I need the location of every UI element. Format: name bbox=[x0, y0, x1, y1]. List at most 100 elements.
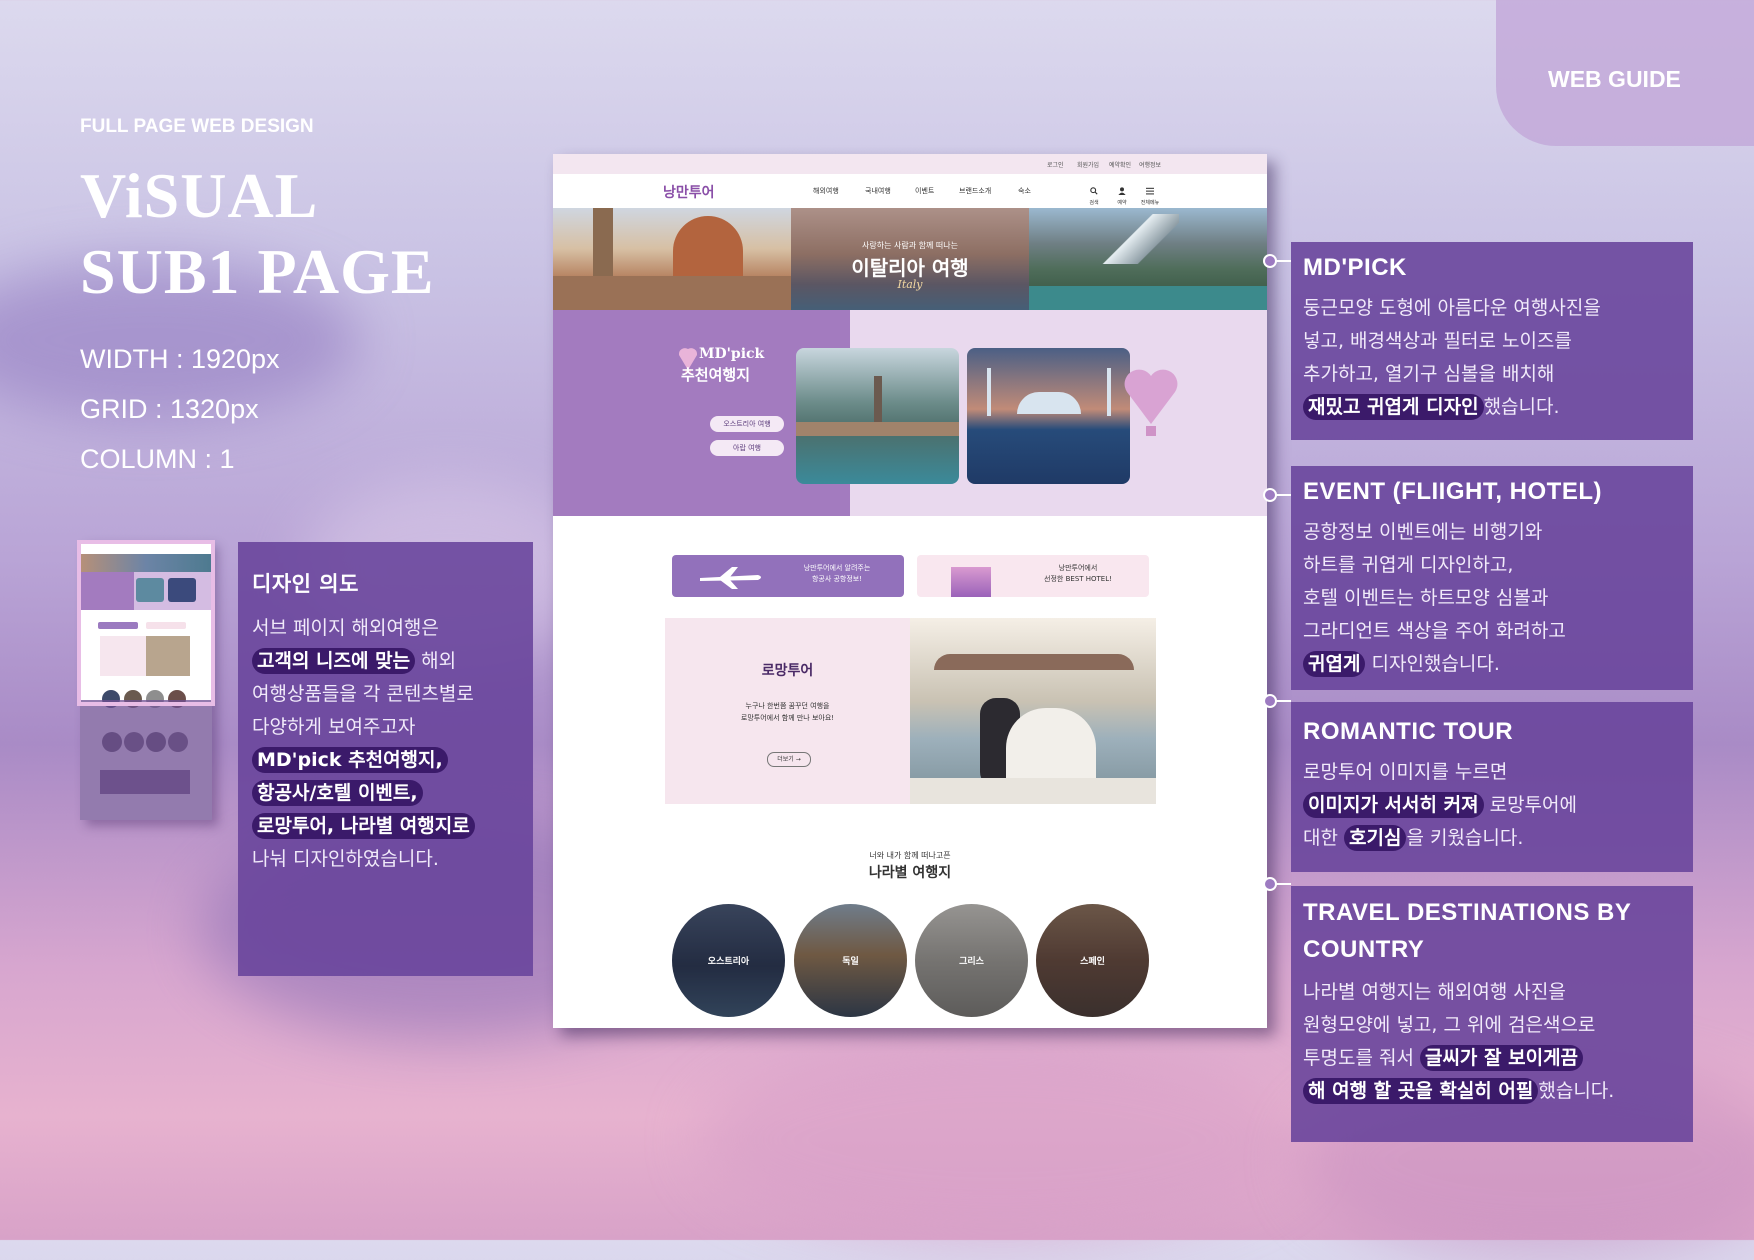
title-line-1: ViSUAL bbox=[80, 160, 319, 231]
intent-highlight: 로망투어, 나라별 여행지로 bbox=[252, 813, 475, 839]
hero-banner: 사랑하는 사람과 함께 떠나는 이탈리아 여행 Italy bbox=[553, 208, 1267, 310]
country-austria[interactable]: 오스트리아 bbox=[672, 904, 785, 1017]
panel-highlight: 글씨가 잘 보이게끔 bbox=[1419, 1045, 1584, 1071]
florence-image bbox=[553, 208, 791, 310]
countries-title-line: COUNTRY bbox=[1303, 936, 1425, 963]
romantic-tour-title: 로망투어 bbox=[761, 663, 814, 679]
hotel-icon bbox=[951, 567, 991, 597]
panel-line: 둥근모양 도형에 아름다운 여행사진을 bbox=[1303, 297, 1601, 319]
alps-image bbox=[1029, 208, 1267, 310]
design-intent-title: 디자인 의도 bbox=[252, 572, 359, 596]
web-guide-label: WEB GUIDE bbox=[1548, 66, 1681, 92]
spec-column: COLUMN : 1 bbox=[80, 444, 235, 474]
heart-balloon-icon bbox=[1124, 369, 1178, 436]
hotel-event-line2: 선정한 BEST HOTEL! bbox=[1044, 575, 1112, 583]
mdpick-title: MD'pick bbox=[699, 346, 765, 362]
romantic-panel-text: 로망투어 이미지를 누르면 이미지가 서서히 커져 로망투어에 대한 호기심 을 … bbox=[1303, 756, 1681, 855]
spec-width: WIDTH : 1920px bbox=[80, 344, 280, 374]
hero-subtitle: 사랑하는 사람과 함께 떠나는 bbox=[862, 241, 958, 250]
intent-line: 나눠 디자인하였습니다. bbox=[252, 848, 439, 870]
thumbnail-highlight-frame bbox=[77, 540, 215, 706]
hamburger-icon bbox=[1146, 187, 1154, 195]
intent-highlight: MD'pick 추천여행지, bbox=[252, 747, 448, 773]
search-icon bbox=[1090, 187, 1098, 195]
hero-title: 이탈리아 여행 bbox=[851, 256, 969, 280]
search-button[interactable]: 검색 bbox=[1083, 180, 1105, 206]
panel-line: 넣고, 배경색상과 필터로 노이즈를 bbox=[1303, 330, 1572, 352]
intent-line: 여행상품들을 각 콘텐츠별로 bbox=[252, 683, 474, 705]
austria-photo[interactable] bbox=[796, 348, 959, 484]
countries-title-line: TRAVEL DESTINATIONS BY bbox=[1303, 899, 1632, 926]
more-button-label: 더보기 bbox=[777, 756, 794, 763]
airline-event-line2: 항공사 공항정보! bbox=[811, 575, 863, 583]
menu-overseas[interactable]: 해외여행 bbox=[813, 186, 839, 196]
menu-brand[interactable]: 브랜드소개 bbox=[959, 186, 991, 196]
util-signup[interactable]: 회원가입 bbox=[1077, 160, 1099, 169]
intent-highlight: 항공사/호텔 이벤트, bbox=[252, 780, 423, 806]
panel-line: 대한 bbox=[1303, 827, 1344, 849]
panel-highlight: 귀엽게 bbox=[1303, 651, 1366, 677]
design-intent-text: 서브 페이지 해외여행은 고객의 니즈에 맞는 해외 여행상품들을 각 콘텐츠별… bbox=[252, 612, 519, 876]
panel-line: 추가하고, 열기구 심볼을 배치해 bbox=[1303, 363, 1555, 385]
romantic-tour-line: 누구나 한번쯤 꿈꾸던 여행을 bbox=[745, 702, 830, 710]
romantic-couple-photo[interactable] bbox=[910, 618, 1156, 804]
thumbnail-shade bbox=[80, 700, 212, 820]
intent-line: 해외 bbox=[415, 650, 457, 672]
mdpick-panel-title: MD'PICK bbox=[1303, 254, 1407, 281]
panel-line: 원형모양에 넣고, 그 위에 검은색으로 bbox=[1303, 1014, 1596, 1036]
panel-line: 투명도를 줘서 bbox=[1303, 1047, 1420, 1069]
country-spain[interactable]: 스페인 bbox=[1036, 904, 1149, 1017]
airline-event-banner[interactable]: 낭만투어에서 알려주는 항공사 공항정보! bbox=[672, 555, 904, 597]
util-info[interactable]: 여행정보 bbox=[1139, 160, 1161, 169]
panel-line: 디자인했습니다. bbox=[1365, 653, 1500, 675]
panel-line: 그라디언트 색상을 주어 화려하고 bbox=[1303, 620, 1566, 642]
panel-highlight: 해 여행 할 곳을 확실히 어필 bbox=[1303, 1078, 1539, 1104]
page-kicker: FULL PAGE WEB DESIGN bbox=[80, 116, 314, 137]
panel-line: 공항정보 이벤트에는 비행기와 bbox=[1303, 521, 1543, 543]
mdpick-panel: MD'PICK 둥근모양 도형에 아름다운 여행사진을 넣고, 배경색상과 필터… bbox=[1291, 242, 1693, 440]
countries-panel: TRAVEL DESTINATIONS BY COUNTRY 나라별 여행지는 … bbox=[1291, 886, 1693, 1142]
intent-highlight: 고객의 니즈에 맞는 bbox=[252, 648, 416, 674]
connector-dot bbox=[1263, 694, 1277, 708]
connector-dot bbox=[1263, 488, 1277, 502]
util-login[interactable]: 로그인 bbox=[1047, 160, 1064, 169]
country-germany-label: 독일 bbox=[842, 957, 859, 967]
site-logo[interactable]: 낭만투어 bbox=[663, 182, 715, 202]
reservation-button[interactable]: 예약 bbox=[1111, 180, 1133, 206]
panel-line: 했습니다. bbox=[1483, 396, 1560, 418]
romantic-tour-line: 로망투어에서 함께 만나 보아요! bbox=[740, 714, 835, 722]
page-title: ViSUAL SUB1 PAGE bbox=[80, 158, 435, 310]
user-icon bbox=[1118, 187, 1126, 195]
connector-dot bbox=[1263, 254, 1277, 268]
country-austria-label: 오스트리아 bbox=[707, 957, 750, 967]
menu-domestic[interactable]: 국내여행 bbox=[865, 186, 891, 196]
menu-stay[interactable]: 숙소 bbox=[1018, 186, 1031, 196]
panel-line: 하트를 귀엽게 디자인하고, bbox=[1303, 554, 1514, 576]
romantic-tour-text: 누구나 한번쯤 꿈꾸던 여행을 로망투어에서 함께 만나 보아요! bbox=[665, 700, 910, 724]
country-greece-label: 그리스 bbox=[959, 957, 984, 967]
countries-panel-text: 나라별 여행지는 해외여행 사진을 원형모양에 넣고, 그 위에 검은색으로 투… bbox=[1303, 976, 1681, 1108]
util-reservation[interactable]: 예약확인 bbox=[1109, 160, 1131, 169]
austria-trip-button[interactable]: 오스트리아 여행 bbox=[710, 416, 784, 432]
country-greece[interactable]: 그리스 bbox=[915, 904, 1028, 1017]
romantic-panel: ROMANTIC TOUR 로망투어 이미지를 누르면 이미지가 서서히 커져 … bbox=[1291, 702, 1693, 872]
country-germany[interactable]: 독일 bbox=[794, 904, 907, 1017]
panel-highlight: 이미지가 서서히 커져 bbox=[1303, 792, 1484, 818]
panel-line: 나라별 여행지는 해외여행 사진을 bbox=[1303, 981, 1566, 1003]
spec-grid: GRID : 1320px bbox=[80, 394, 259, 424]
country-kicker: 너와 내가 함께 떠나고픈 bbox=[869, 851, 951, 860]
event-panel: EVENT (FLIIGHT, HOTEL) 공항정보 이벤트에는 비행기와 하… bbox=[1291, 466, 1693, 690]
menu-event[interactable]: 이벤트 bbox=[915, 186, 934, 196]
hero-script: Italy bbox=[897, 278, 923, 291]
panel-line: 했습니다. bbox=[1538, 1080, 1615, 1102]
reservation-label: 예약 bbox=[1117, 200, 1127, 206]
arab-trip-button[interactable]: 아랍 여행 bbox=[710, 440, 784, 456]
arab-photo[interactable] bbox=[967, 348, 1130, 484]
panel-line: 로망투어에 bbox=[1483, 794, 1578, 816]
hotel-event-banner[interactable]: 낭만투어에서 선정한 BEST HOTEL! bbox=[917, 555, 1149, 597]
more-button[interactable]: 더보기 → bbox=[767, 752, 811, 767]
all-menu-button[interactable]: 전체메뉴 bbox=[1137, 180, 1163, 206]
airplane-icon bbox=[700, 567, 761, 589]
intent-line: 서브 페이지 해외여행은 bbox=[252, 617, 439, 639]
mdpick-panel-text: 둥근모양 도형에 아름다운 여행사진을 넣고, 배경색상과 필터로 노이즈를 추… bbox=[1303, 292, 1681, 424]
